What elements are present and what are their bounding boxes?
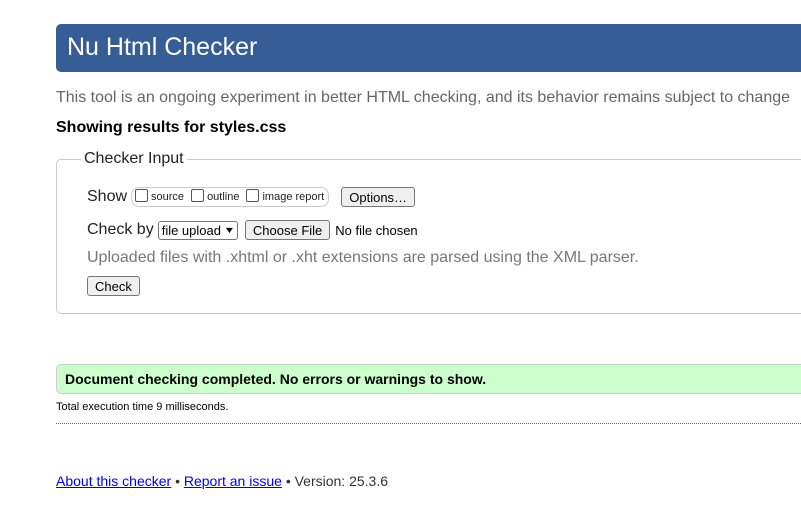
execution-time-text: Total execution time 9 milliseconds. <box>56 401 229 413</box>
show-source-option[interactable]: source <box>135 188 184 204</box>
report-issue-link[interactable]: Report an issue <box>184 473 282 489</box>
no-file-chosen-text: No file chosen <box>335 222 418 238</box>
intro-text: This tool is an ongoing experiment in be… <box>56 89 791 106</box>
success-message-bar: Document checking completed. No errors o… <box>56 364 801 394</box>
image-report-checkbox[interactable] <box>246 188 260 202</box>
divider <box>56 423 801 424</box>
source-checkbox[interactable] <box>135 188 149 202</box>
check-by-label: Check by <box>87 221 154 238</box>
show-image-report-option[interactable]: image report <box>246 188 324 204</box>
page-title: Nu Html Checker <box>67 33 258 61</box>
options-button[interactable]: Options… <box>341 187 416 207</box>
footer: About this checker • Report an issue • V… <box>56 473 388 489</box>
upload-note: Uploaded files with .xhtml or .xht exten… <box>87 249 639 266</box>
check-button[interactable]: Check <box>87 276 140 296</box>
chevron-down-icon: ▼ <box>223 225 236 235</box>
source-checkbox-label[interactable]: source <box>151 191 184 203</box>
check-by-selected-value[interactable]: file upload <box>162 223 221 238</box>
outline-checkbox-label[interactable]: outline <box>207 191 239 203</box>
image-report-checkbox-label[interactable]: image report <box>262 191 324 203</box>
checker-input-fieldset: Checker Input Show source outline image … <box>56 150 801 314</box>
success-message: Document checking completed. No errors o… <box>65 371 487 387</box>
show-row: Show source outline image report Options… <box>87 185 416 209</box>
check-by-select[interactable]: file upload ▼ <box>157 220 238 240</box>
footer-separator: • <box>285 473 291 489</box>
show-options-group: source outline image report <box>131 187 330 207</box>
show-label: Show <box>87 188 128 205</box>
check-by-row: Check by file upload ▼ Choose File No fi… <box>87 219 418 241</box>
outline-checkbox[interactable] <box>191 188 205 202</box>
check-button-wrap: Check <box>87 276 140 296</box>
choose-file-button[interactable]: Choose File <box>244 220 331 240</box>
version-text: Version: 25.3.6 <box>294 473 389 489</box>
page-header: Nu Html Checker <box>56 24 801 72</box>
checker-input-legend: Checker Input <box>81 150 187 168</box>
footer-separator: • <box>175 473 180 489</box>
show-outline-option[interactable]: outline <box>191 188 239 204</box>
results-heading: Showing results for styles.css <box>56 119 287 136</box>
about-checker-link[interactable]: About this checker <box>56 473 171 489</box>
